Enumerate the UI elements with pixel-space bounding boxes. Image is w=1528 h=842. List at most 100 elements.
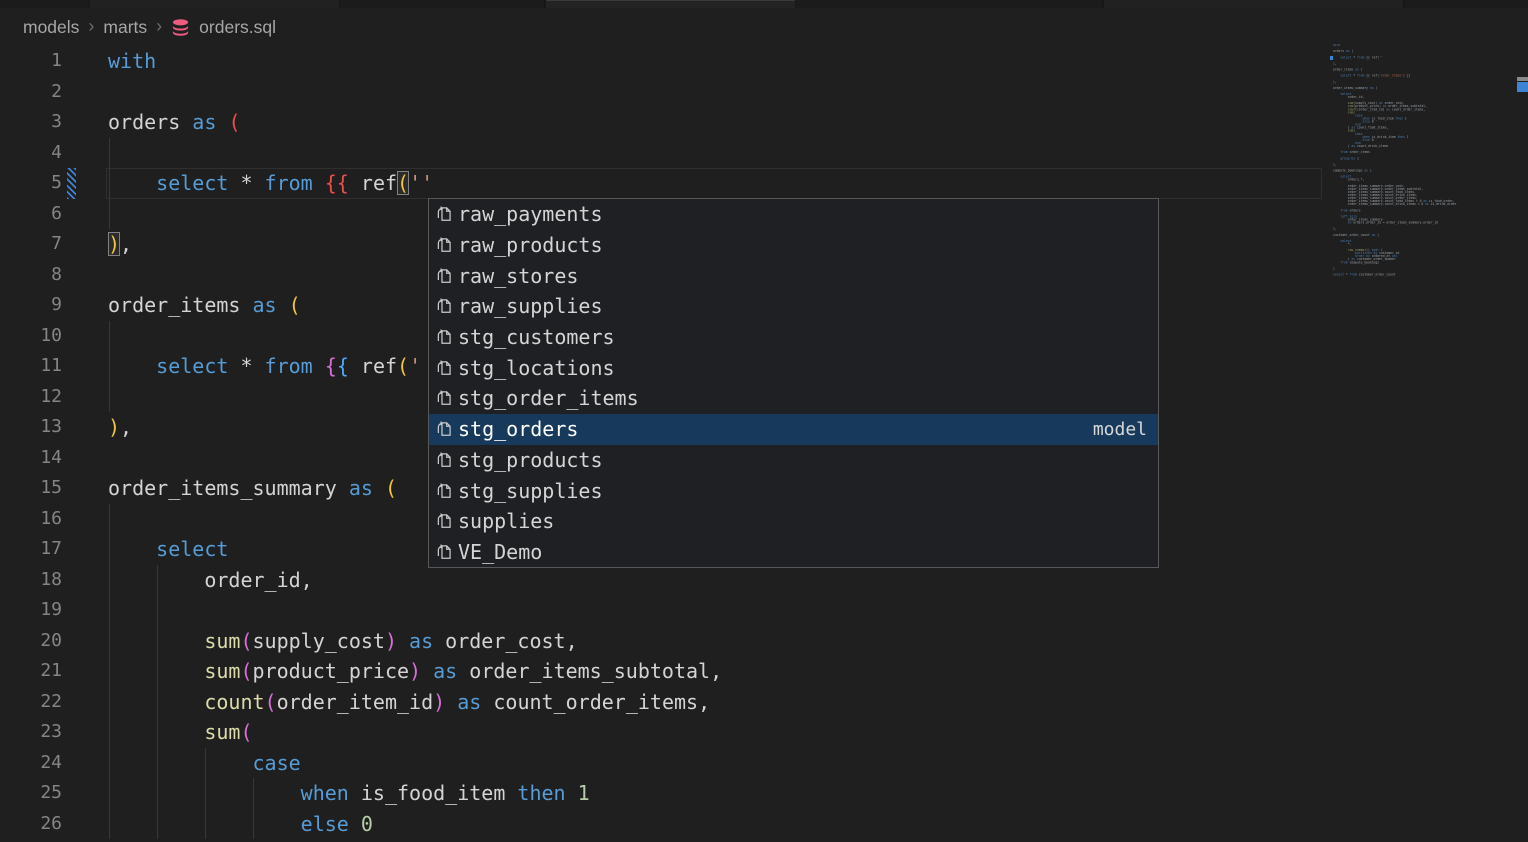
indent-guide [109, 199, 110, 230]
suggestion-label: raw_supplies [458, 294, 603, 318]
reference-icon [435, 389, 453, 407]
suggestion-label: raw_stores [458, 264, 578, 288]
code-line-19[interactable]: 19 [0, 595, 1528, 626]
suggestion-label: VE_Demo [458, 540, 542, 564]
line-number: 13 [0, 412, 62, 443]
suggestion-item-stg_customers[interactable]: stg_customers [429, 322, 1158, 353]
code-text: select * from {{ ref(' [108, 351, 421, 382]
code-text: order_id, [108, 565, 313, 596]
code-line-22[interactable]: 22 count(order_item_id) as count_order_i… [0, 687, 1528, 718]
breadcrumb-item-marts[interactable]: marts [103, 17, 147, 38]
overview-ruler-cursor-mark [1517, 77, 1528, 81]
suggestion-item-VE_Demo[interactable]: VE_Demo [429, 537, 1158, 568]
line-number: 24 [0, 748, 62, 779]
line-number: 18 [0, 565, 62, 596]
minimap[interactable]: with orders as ( select * from {{ ref(''… [1333, 44, 1517, 334]
reference-icon [435, 512, 453, 530]
suggestion-item-raw_products[interactable]: raw_products [429, 230, 1158, 261]
line-number: 23 [0, 717, 62, 748]
line-number: 11 [0, 351, 62, 382]
code-line-2[interactable]: 2 [0, 77, 1528, 108]
breadcrumb-item-file[interactable]: orders.sql [199, 17, 276, 38]
minimap-modified-indicator [1330, 56, 1333, 59]
line-number: 17 [0, 534, 62, 565]
reference-icon [435, 267, 453, 285]
editor-tab[interactable] [90, 0, 339, 8]
breadcrumb-separator-icon: › [88, 16, 94, 37]
line-number: 20 [0, 626, 62, 657]
editor-tab[interactable] [1104, 0, 1403, 8]
suggestion-item-stg_orders[interactable]: stg_ordersmodel [429, 414, 1158, 445]
line-number: 12 [0, 382, 62, 413]
suggestion-label: stg_customers [458, 325, 615, 349]
code-line-20[interactable]: 20 sum(supply_cost) as order_cost, [0, 626, 1528, 657]
code-text: with [108, 46, 156, 77]
editor-tab[interactable] [0, 0, 89, 8]
code-text: sum(product_price) as order_items_subtot… [108, 656, 722, 687]
modified-line-indicator [67, 168, 76, 199]
suggestion-label: stg_supplies [458, 479, 603, 503]
code-line-24[interactable]: 24 case [0, 748, 1528, 779]
code-line-21[interactable]: 21 sum(product_price) as order_items_sub… [0, 656, 1528, 687]
code-line-18[interactable]: 18 order_id, [0, 565, 1528, 596]
suggestion-item-stg_locations[interactable]: stg_locations [429, 352, 1158, 383]
code-line-23[interactable]: 23 sum( [0, 717, 1528, 748]
code-line-25[interactable]: 25 when is_food_item then 1 [0, 778, 1528, 809]
code-text: count(order_item_id) as count_order_item… [108, 687, 710, 718]
suggestion-label: stg_orders [458, 417, 578, 441]
reference-icon [435, 205, 453, 223]
editor-tab[interactable] [1405, 0, 1528, 8]
reference-icon [435, 543, 453, 561]
code-text: sum(supply_cost) as order_cost, [108, 626, 578, 657]
line-number: 7 [0, 229, 62, 260]
suggestion-item-stg_order_items[interactable]: stg_order_items [429, 383, 1158, 414]
suggestion-item-stg_supplies[interactable]: stg_supplies [429, 475, 1158, 506]
line-number: 25 [0, 778, 62, 809]
line-number: 9 [0, 290, 62, 321]
code-line-3[interactable]: 3 orders as ( [0, 107, 1528, 138]
code-line-1[interactable]: 1 with [0, 46, 1528, 77]
code-text: else 0 [108, 809, 373, 840]
code-line-26[interactable]: 26 else 0 [0, 809, 1528, 840]
line-number: 10 [0, 321, 62, 352]
code-text: order_items as ( [108, 290, 301, 321]
code-text: sum( [108, 717, 253, 748]
minimap-content: with orders as ( select * from {{ ref(''… [1333, 44, 1517, 277]
suggestion-item-stg_products[interactable]: stg_products [429, 445, 1158, 476]
suggestion-item-supplies[interactable]: supplies [429, 506, 1158, 537]
overview-ruler-modified-mark [1517, 82, 1528, 92]
suggestion-label: supplies [458, 509, 554, 533]
line-number: 3 [0, 107, 62, 138]
editor-tab[interactable] [796, 0, 1102, 8]
suggestion-item-raw_supplies[interactable]: raw_supplies [429, 291, 1158, 322]
line-number: 1 [0, 46, 62, 77]
suggestion-label: raw_products [458, 233, 603, 257]
line-number: 6 [0, 199, 62, 230]
code-text: case [108, 748, 301, 779]
line-number: 14 [0, 443, 62, 474]
line-number: 16 [0, 504, 62, 535]
code-text: ), [108, 412, 132, 443]
code-text: orders as ( [108, 107, 240, 138]
indent-guide [109, 138, 110, 169]
breadcrumb-item-models[interactable]: models [23, 17, 79, 38]
breadcrumb: models › marts › orders.sql [0, 8, 1528, 46]
line-number: 19 [0, 595, 62, 626]
indent-guide [109, 382, 110, 413]
reference-icon [435, 236, 453, 254]
indent-guide [157, 595, 158, 626]
code-text: ), [108, 229, 132, 260]
autocomplete-dropdown: raw_payments raw_products raw_stores raw_su… [428, 198, 1159, 568]
reference-icon [435, 328, 453, 346]
suggestion-item-raw_stores[interactable]: raw_stores [429, 260, 1158, 291]
code-line-4[interactable]: 4 [0, 138, 1528, 169]
reference-icon [435, 359, 453, 377]
vscode-editor-window: models › marts › orders.sql 1with23order… [0, 0, 1528, 842]
editor-tab[interactable] [340, 0, 544, 8]
reference-icon [435, 451, 453, 469]
editor-tab[interactable] [546, 0, 795, 8]
tab-bar[interactable] [0, 0, 1528, 8]
indent-guide [109, 595, 110, 626]
suggestion-item-raw_payments[interactable]: raw_payments [429, 199, 1158, 230]
code-line-5[interactable]: 5 select * from {{ ref('' [0, 168, 1528, 199]
